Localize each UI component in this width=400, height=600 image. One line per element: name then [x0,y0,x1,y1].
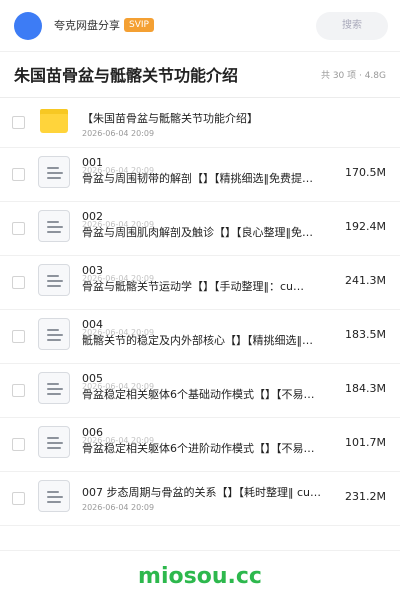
page-title: 朱国苗骨盆与骶髂关节功能介绍 [14,66,239,85]
list-item[interactable]: 002 2026-06-04 20:09 骨盆与周围肌肉解剖及触诊【】【良心整理… [0,202,400,256]
list-item[interactable]: 006 2026-06-04 20:09 骨盆稳定相关躯体6个进阶动作模式【】【… [0,418,400,472]
item-date: 2026-06-04 20:09 [82,129,155,138]
item-checkbox[interactable] [12,438,25,451]
item-size: 184.3M [345,382,386,395]
item-title: 骨盆与骶髂关节运动学【】【手动整理‖：cu… [82,280,305,293]
header: 夸克网盘分享 SVIP 搜索 [0,0,400,52]
title-bar: 朱国苗骨盆与骶髂关节功能介绍 共 30 项 · 4.8G [0,52,400,98]
list-item[interactable]: 003 2026-06-04 20:09 骨盆与骶髂关节运动学【】【手动整理‖：… [0,256,400,310]
item-name: 【朱国苗骨盆与骶髂关节功能介绍】 [82,112,258,125]
item-size: 192.4M [345,220,386,233]
item-title: 骨盆稳定相关躯体6个基础动作模式【】【不易… [82,388,315,401]
document-icon [38,426,70,458]
item-title: 骶髂关节的稳定及内外部核心【】【精挑细选‖… [82,334,313,347]
document-icon [38,210,70,242]
item-title: 骨盆稳定相关躯体6个进阶动作模式【】【不易… [82,442,315,455]
search-button[interactable]: 搜索 [316,12,388,40]
item-checkbox[interactable] [12,384,25,397]
item-checkbox[interactable] [12,116,25,129]
document-icon [38,480,70,512]
avatar[interactable] [14,12,42,40]
item-checkbox[interactable] [12,168,25,181]
list-item-folder[interactable]: 【朱国苗骨盆与骶髂关节功能介绍】 2026-06-04 20:09 [0,98,400,148]
document-icon [38,264,70,296]
item-date: 2026-06-04 20:09 [82,503,155,512]
item-checkbox[interactable] [12,492,25,505]
document-icon [38,318,70,350]
item-title: 骨盆与周围韧带的解剖【】【精挑细选‖免费提… [82,172,313,185]
folder-icon [40,109,68,133]
list-item[interactable]: 004 2026-06-04 20:09 骶髂关节的稳定及内外部核心【】【精挑细… [0,310,400,364]
footer: miosou.cc [0,550,400,600]
item-title: 骨盆与周围肌肉解剖及触诊【】【良心整理‖免… [82,226,313,239]
item-size: 231.2M [345,490,386,503]
item-title: 007 步态周期与骨盆的关系【】【耗时整理‖ cu… [82,486,322,499]
item-checkbox[interactable] [12,222,25,235]
user-name[interactable]: 夸克网盘分享 [54,19,120,33]
document-icon [38,156,70,188]
svip-badge: SVIP [124,18,154,32]
list-item[interactable]: 001 2026-06-04 20:09 骨盆与周围韧带的解剖【】【精挑细选‖免… [0,148,400,202]
share-meta: 共 30 项 · 4.8G [320,71,386,81]
watermark-logo: miosou.cc [138,564,262,589]
item-checkbox[interactable] [12,276,25,289]
list-item[interactable]: 005 2026-06-04 20:09 骨盆稳定相关躯体6个基础动作模式【】【… [0,364,400,418]
item-size: 101.7M [345,436,386,449]
list-item[interactable]: 007 步态周期与骨盆的关系【】【耗时整理‖ cu… 2026-06-04 20… [0,472,400,526]
item-size: 241.3M [345,274,386,287]
item-size: 183.5M [345,328,386,341]
item-checkbox[interactable] [12,330,25,343]
document-icon [38,372,70,404]
file-list: 【朱国苗骨盆与骶髂关节功能介绍】 2026-06-04 20:09 001 20… [0,98,400,526]
item-size: 170.5M [345,166,386,179]
